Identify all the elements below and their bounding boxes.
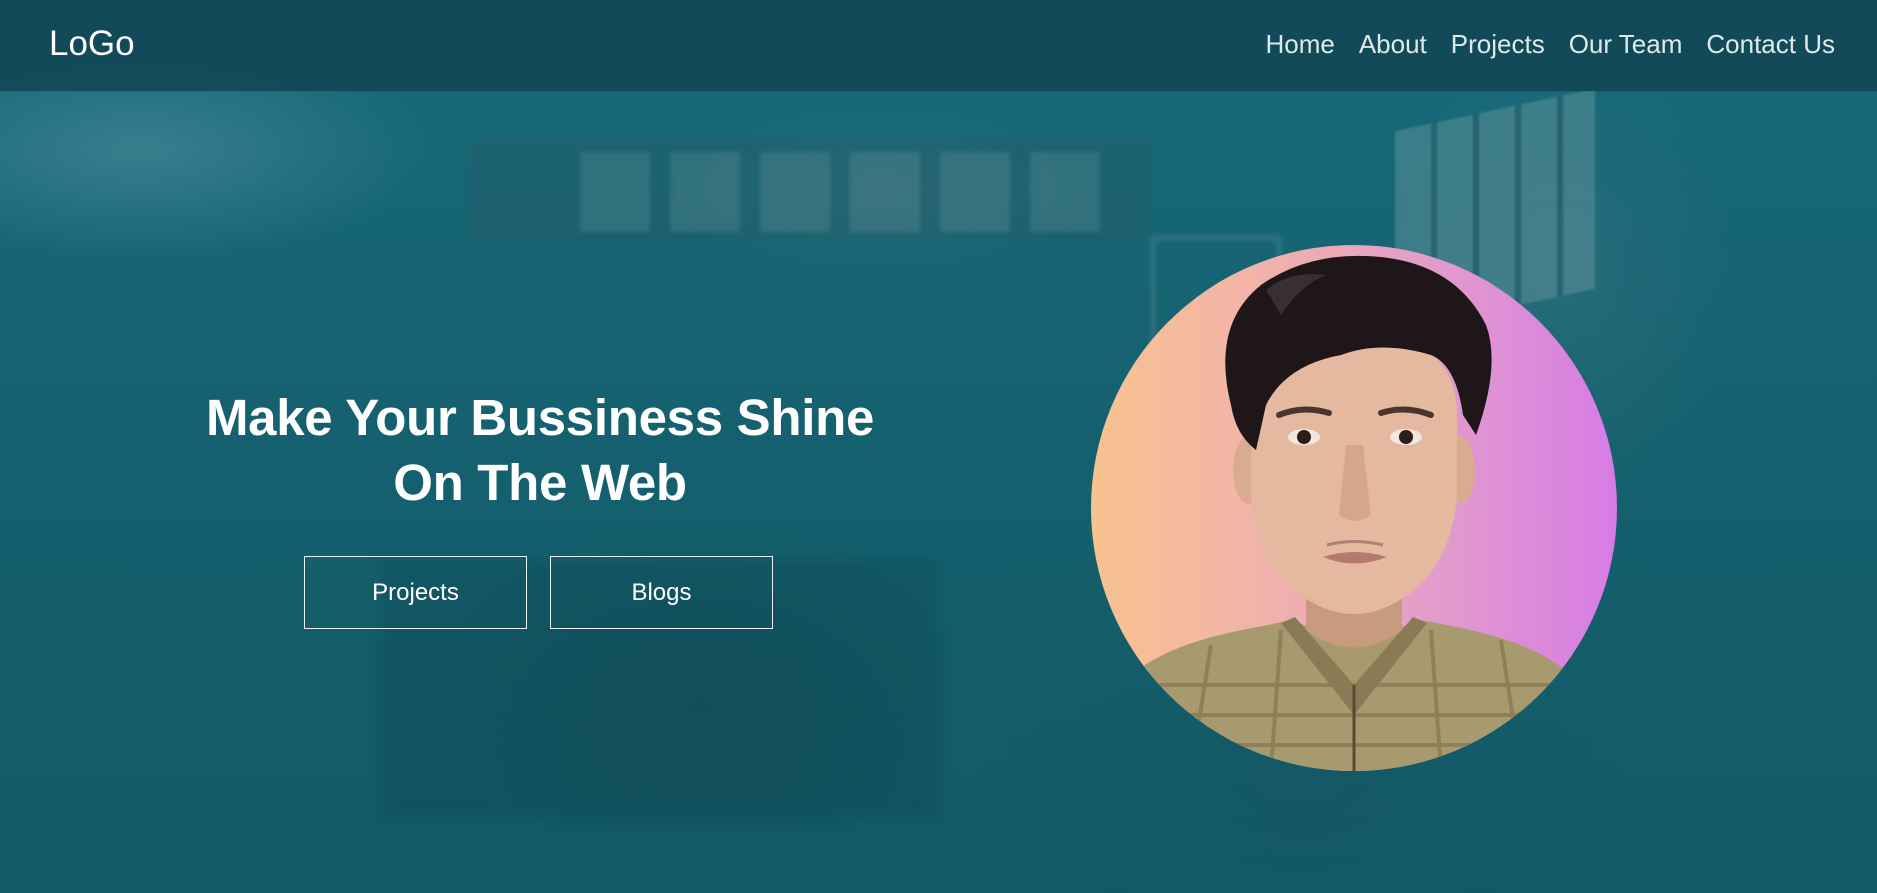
nav-item-projects[interactable]: Projects — [1451, 26, 1545, 62]
blogs-button[interactable]: Blogs — [550, 556, 773, 629]
nav-item-about[interactable]: About — [1359, 26, 1427, 62]
nav-item-our-team[interactable]: Our Team — [1569, 26, 1683, 62]
logo[interactable]: LoGo — [49, 22, 135, 66]
nav-menu: Home About Projects Our Team Contact Us — [1265, 26, 1835, 62]
nav-item-contact-us[interactable]: Contact Us — [1706, 26, 1835, 62]
projects-button[interactable]: Projects — [304, 556, 527, 629]
profile-photo-illustration — [1091, 255, 1617, 771]
page: LoGo Home About Projects Our Team Contac… — [0, 0, 1877, 893]
hero-buttons: Projects Blogs — [304, 556, 773, 629]
nav-item-home[interactable]: Home — [1265, 26, 1334, 62]
hero-text: Make Your Bussiness Shine On The Web — [165, 385, 915, 515]
background-board — [470, 140, 1150, 240]
navbar: LoGo Home About Projects Our Team Contac… — [0, 0, 1877, 91]
hero-headline: Make Your Bussiness Shine On The Web — [165, 385, 915, 515]
hero-headline-line1: Make Your Bussiness Shine — [205, 389, 875, 446]
profile-photo — [1091, 245, 1617, 771]
hero-headline-line2: On The Web — [393, 454, 687, 511]
